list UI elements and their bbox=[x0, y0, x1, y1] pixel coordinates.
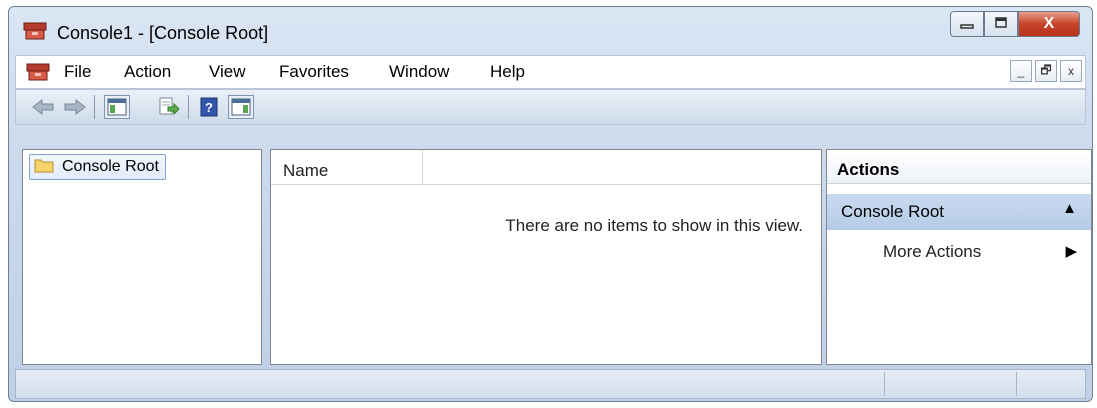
tree-node-console-root[interactable]: Console Root bbox=[29, 154, 166, 180]
menu-view[interactable]: View bbox=[209, 62, 246, 82]
maximize-icon bbox=[994, 16, 1008, 32]
status-divider bbox=[884, 372, 885, 396]
status-divider bbox=[1016, 372, 1017, 396]
minimize-button[interactable] bbox=[950, 11, 984, 37]
menu-help[interactable]: Help bbox=[490, 62, 525, 82]
tree-node-label: Console Root bbox=[62, 158, 159, 175]
close-icon: X bbox=[1043, 15, 1055, 32]
actions-title: Actions bbox=[827, 150, 1091, 184]
show-hide-console-tree-icon[interactable] bbox=[104, 95, 130, 119]
column-header-name[interactable]: Name bbox=[271, 150, 423, 184]
toolbar-separator bbox=[188, 95, 189, 119]
mdi-controls: _ 🗗 x bbox=[1010, 60, 1082, 82]
show-hide-action-pane-icon[interactable] bbox=[228, 95, 254, 119]
submenu-arrow-icon: ▶ bbox=[1065, 243, 1077, 260]
menu-favorites[interactable]: Favorites bbox=[279, 62, 349, 82]
forward-arrow-icon[interactable] bbox=[62, 95, 88, 119]
mdi-close-button[interactable]: x bbox=[1060, 60, 1082, 82]
menu-action[interactable]: Action bbox=[124, 62, 171, 82]
title-bar[interactable]: Console1 - [Console Root] X bbox=[9, 7, 1092, 49]
export-list-icon[interactable] bbox=[156, 95, 182, 119]
mdi-restore-button[interactable]: 🗗 bbox=[1035, 60, 1057, 82]
results-list-pane[interactable]: Name There are no items to show in this … bbox=[270, 149, 822, 365]
close-button[interactable]: X bbox=[1018, 11, 1080, 37]
folder-icon bbox=[34, 157, 54, 178]
status-bar bbox=[15, 369, 1086, 399]
actions-section-label: Console Root bbox=[841, 202, 945, 221]
window-controls: X bbox=[950, 11, 1080, 37]
mmc-window: Console1 - [Console Root] X File Action … bbox=[8, 6, 1093, 402]
mmc-app-icon[interactable] bbox=[23, 21, 47, 41]
main-content: Console Root Name There are no items to … bbox=[15, 147, 1092, 367]
empty-list-message: There are no items to show in this view. bbox=[505, 216, 803, 235]
console-tree-pane[interactable]: Console Root bbox=[22, 149, 262, 365]
window-title: Console1 - [Console Root] bbox=[57, 23, 269, 43]
menu-window[interactable]: Window bbox=[389, 62, 449, 82]
toolbar-separator bbox=[94, 95, 95, 119]
mdi-minimize-button[interactable]: _ bbox=[1010, 60, 1032, 82]
minimize-icon bbox=[960, 17, 974, 32]
collapse-up-icon[interactable]: ▲ bbox=[1062, 200, 1077, 217]
maximize-button[interactable] bbox=[984, 11, 1018, 37]
back-arrow-icon[interactable] bbox=[30, 95, 56, 119]
toolbar: ? bbox=[15, 89, 1086, 125]
list-column-header: Name bbox=[271, 150, 821, 185]
help-icon[interactable]: ? bbox=[196, 95, 222, 119]
system-menu-icon[interactable] bbox=[26, 62, 50, 82]
more-actions-item[interactable]: More Actions bbox=[883, 242, 981, 262]
svg-text:?: ? bbox=[205, 100, 213, 115]
actions-section-console-root[interactable]: Console Root ▲ bbox=[827, 194, 1091, 230]
menu-file[interactable]: File bbox=[64, 62, 91, 82]
menu-bar: File Action View Favorites Window Help _… bbox=[15, 55, 1086, 89]
actions-pane: Actions Console Root ▲ More Actions ▶ bbox=[826, 149, 1092, 365]
